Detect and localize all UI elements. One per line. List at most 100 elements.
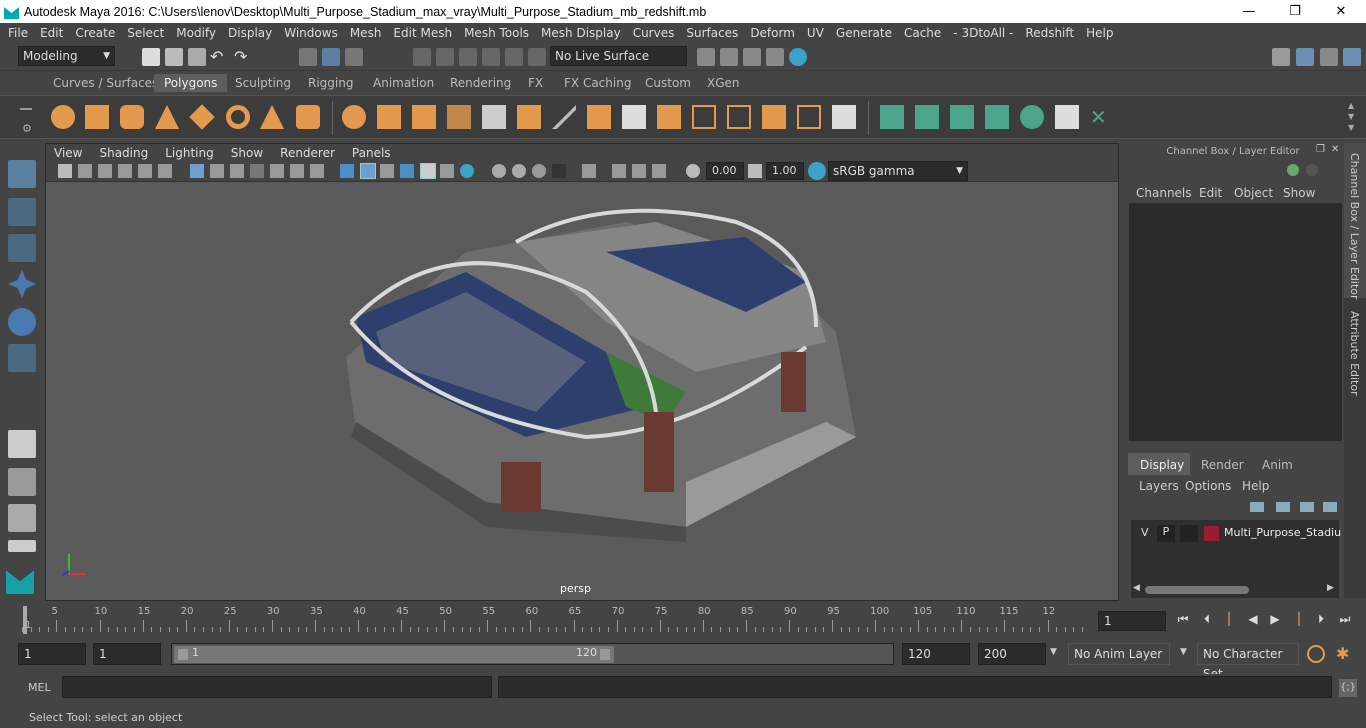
render-settings-icon[interactable] bbox=[766, 48, 784, 66]
step-back-key-icon[interactable]: ⎮ bbox=[1222, 612, 1236, 626]
uv-cylindrical-icon[interactable] bbox=[915, 105, 939, 129]
menu-file[interactable]: File bbox=[0, 26, 34, 40]
mirror-icon[interactable] bbox=[517, 105, 541, 129]
snap-point-icon[interactable] bbox=[459, 48, 477, 66]
vp-menu-shading[interactable]: Shading bbox=[91, 146, 157, 160]
vp-menu-panels[interactable]: Panels bbox=[344, 146, 400, 160]
vp-menu-lighting[interactable]: Lighting bbox=[157, 146, 223, 160]
tab-rigging[interactable]: Rigging bbox=[308, 76, 353, 90]
bookmark-icon[interactable] bbox=[98, 164, 112, 178]
layout-toggle-icon[interactable] bbox=[8, 540, 36, 552]
camera-select-icon[interactable] bbox=[58, 164, 72, 178]
step-back-frame-icon[interactable]: ⏴ bbox=[1200, 612, 1214, 626]
layer-row[interactable]: V P Multi_Purpose_Stadium bbox=[1136, 525, 1342, 543]
vp-menu-show[interactable]: Show bbox=[223, 146, 272, 160]
select-tool-icon[interactable] bbox=[8, 160, 36, 188]
current-frame-field[interactable]: 1 bbox=[1098, 611, 1166, 631]
live-surface-field[interactable]: No Live Surface bbox=[550, 46, 687, 66]
exposure-field[interactable]: 0.00 bbox=[706, 162, 744, 180]
shelf-menu-icon[interactable] bbox=[20, 108, 32, 110]
cb-menu-show[interactable]: Show bbox=[1283, 186, 1315, 200]
poly-sphere-icon[interactable] bbox=[51, 105, 75, 129]
channel-box-icon[interactable] bbox=[1343, 48, 1361, 66]
colorspace-dropdown[interactable]: sRGB gamma ▼ bbox=[828, 161, 968, 181]
menu-3dtoall[interactable]: - 3DtoAll - bbox=[947, 26, 1019, 40]
boolean-icon[interactable] bbox=[482, 105, 506, 129]
menu-create[interactable]: Create bbox=[69, 26, 121, 40]
end-time-field[interactable]: 200 bbox=[978, 643, 1046, 665]
poly-cylinder-icon[interactable] bbox=[120, 105, 144, 129]
uv-layout-icon[interactable]: ✕ bbox=[1090, 105, 1114, 129]
tab-fx[interactable]: FX bbox=[528, 76, 543, 90]
safe-action-icon[interactable] bbox=[290, 164, 304, 178]
panel-close-icon[interactable]: ✕ bbox=[1331, 144, 1339, 155]
vp-menu-view[interactable]: View bbox=[46, 146, 91, 160]
auto-key-icon[interactable] bbox=[1307, 645, 1325, 663]
frame-selection-icon[interactable] bbox=[632, 164, 646, 178]
open-scene-icon[interactable] bbox=[165, 48, 183, 66]
smooth-icon[interactable] bbox=[447, 105, 471, 129]
append-polygon-icon[interactable] bbox=[727, 105, 751, 129]
paint-select-tool-icon[interactable] bbox=[8, 234, 36, 262]
modeling-toolkit-icon[interactable] bbox=[1296, 48, 1314, 66]
render-view-icon[interactable] bbox=[697, 48, 715, 66]
select-hierarchy-icon[interactable] bbox=[299, 48, 317, 66]
gamma-icon[interactable] bbox=[748, 164, 762, 178]
make-live-icon[interactable] bbox=[528, 48, 546, 66]
hud-icon[interactable] bbox=[652, 164, 666, 178]
anim-layer-dropdown[interactable]: No Anim Layer bbox=[1068, 643, 1170, 665]
layer-visibility-toggle[interactable]: V bbox=[1141, 526, 1149, 539]
layer-playback-toggle[interactable]: P bbox=[1157, 525, 1175, 542]
menu-redshift[interactable]: Redshift bbox=[1019, 26, 1080, 40]
extrude-icon[interactable] bbox=[587, 105, 611, 129]
side-tab-channel-box[interactable]: Channel Box / Layer Editor bbox=[1348, 153, 1361, 300]
playback-end-field[interactable]: 120 bbox=[902, 643, 970, 665]
cb-menu-channels[interactable]: Channels bbox=[1136, 186, 1192, 200]
new-layer-selected-icon[interactable] bbox=[1323, 502, 1337, 512]
panel-float-icon[interactable]: ❐ bbox=[1316, 144, 1325, 155]
single-perspective-layout-icon[interactable] bbox=[8, 430, 36, 458]
layer-tab-anim[interactable]: Anim bbox=[1262, 458, 1293, 472]
minimize-button[interactable]: — bbox=[1226, 0, 1272, 23]
command-input[interactable] bbox=[62, 676, 492, 698]
start-time-field[interactable]: 1 bbox=[18, 643, 86, 665]
character-set-dropdown[interactable]: No Character Set bbox=[1197, 643, 1299, 681]
field-chart-icon[interactable] bbox=[270, 164, 284, 178]
uv-editor-icon[interactable] bbox=[1055, 105, 1079, 129]
scroll-left-icon[interactable]: ◀ bbox=[1133, 583, 1140, 593]
menu-mesh-display[interactable]: Mesh Display bbox=[535, 26, 627, 40]
multi-cut-icon[interactable] bbox=[552, 105, 576, 129]
anim-prefs-icon[interactable]: ✱ bbox=[1336, 644, 1349, 663]
film-gate-icon[interactable] bbox=[210, 164, 224, 178]
backface-culling-icon[interactable] bbox=[552, 164, 566, 178]
cb-menu-object[interactable]: Object bbox=[1234, 186, 1273, 200]
shelf-scroll-icon[interactable]: ▲ ▼ ▼ bbox=[1348, 100, 1354, 133]
channel-list[interactable] bbox=[1129, 203, 1342, 441]
scroll-right-icon[interactable]: ▶ bbox=[1327, 583, 1334, 593]
menu-help[interactable]: Help bbox=[1080, 26, 1119, 40]
menu-surfaces[interactable]: Surfaces bbox=[680, 26, 744, 40]
menu-edit-mesh[interactable]: Edit Mesh bbox=[387, 26, 458, 40]
menu-deform[interactable]: Deform bbox=[744, 26, 801, 40]
le-menu-options[interactable]: Options bbox=[1185, 479, 1231, 493]
menu-mesh[interactable]: Mesh bbox=[344, 26, 388, 40]
ipr-render-icon[interactable] bbox=[743, 48, 761, 66]
workspace-icon[interactable] bbox=[1272, 48, 1290, 66]
select-object-icon[interactable] bbox=[322, 48, 340, 66]
perspective-viewport[interactable] bbox=[46, 182, 1118, 600]
grease-pencil-icon[interactable] bbox=[158, 164, 172, 178]
menu-curves[interactable]: Curves bbox=[627, 26, 681, 40]
frame-all-icon[interactable] bbox=[612, 164, 626, 178]
tab-fx-caching[interactable]: FX Caching bbox=[564, 76, 631, 90]
merge-icon[interactable] bbox=[762, 105, 786, 129]
poly-plane-icon[interactable] bbox=[189, 104, 215, 130]
default-material-icon[interactable] bbox=[380, 164, 394, 178]
attribute-editor-icon[interactable] bbox=[1320, 48, 1338, 66]
xray-joints-icon[interactable] bbox=[532, 164, 546, 178]
move-tool-icon[interactable] bbox=[8, 270, 36, 298]
gamma-field[interactable]: 1.00 bbox=[766, 162, 804, 180]
poly-pipe-icon[interactable] bbox=[296, 105, 320, 129]
play-forward-icon[interactable]: ▶ bbox=[1268, 612, 1282, 626]
go-to-start-icon[interactable]: ⏮ bbox=[1176, 612, 1190, 626]
new-scene-icon[interactable] bbox=[142, 48, 160, 66]
